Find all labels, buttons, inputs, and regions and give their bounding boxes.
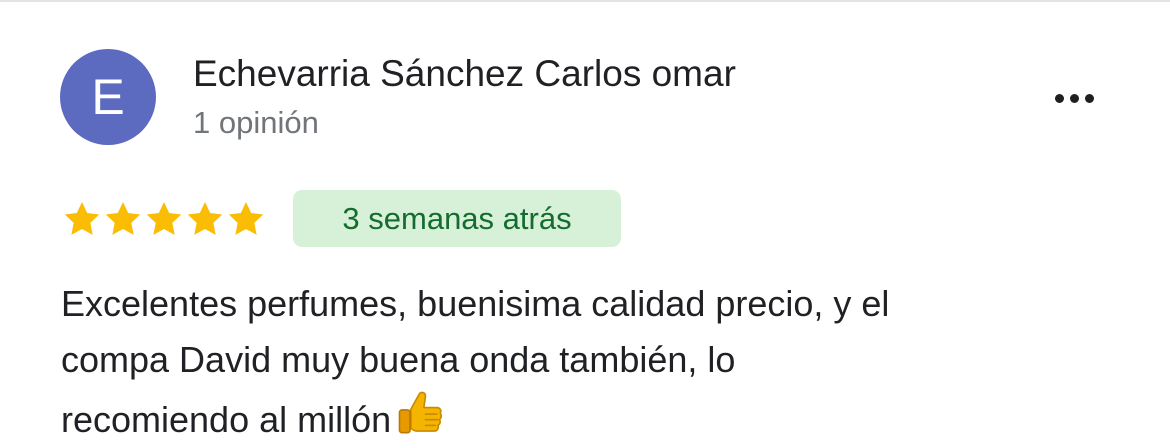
review-text-line: recomiendo al millón bbox=[61, 399, 392, 440]
more-options-button[interactable] bbox=[1044, 80, 1104, 116]
star-icon bbox=[146, 202, 182, 235]
avatar-letter: E bbox=[91, 69, 125, 125]
avatar[interactable]: E bbox=[60, 49, 156, 145]
review-count: 1 opinión bbox=[193, 105, 319, 140]
top-divider bbox=[0, 0, 1170, 2]
star-icon bbox=[64, 202, 100, 235]
star-icon bbox=[187, 202, 223, 235]
star-icon bbox=[228, 202, 264, 235]
time-ago-badge: 3 semanas atrás bbox=[293, 190, 621, 247]
more-horizontal-icon-dot bbox=[1084, 93, 1094, 103]
more-horizontal-icon-dot bbox=[1069, 93, 1079, 103]
review-text-line: compa David muy buena onda también, lo bbox=[61, 339, 736, 380]
thumbs-up-emoji bbox=[398, 391, 443, 434]
star-rating bbox=[62, 196, 266, 242]
review-text-line: Excelentes perfumes, buenisima calidad p… bbox=[61, 283, 890, 324]
review-text: Excelentes perfumes, buenisima calidad p… bbox=[61, 276, 1121, 448]
time-ago-label: 3 semanas atrás bbox=[342, 200, 572, 236]
review-text-line-last: recomiendo al millón bbox=[61, 388, 1121, 448]
author-name[interactable]: Echevarria Sánchez Carlos omar bbox=[193, 52, 736, 96]
more-horizontal-icon bbox=[1054, 93, 1064, 103]
star-icon bbox=[105, 202, 141, 235]
